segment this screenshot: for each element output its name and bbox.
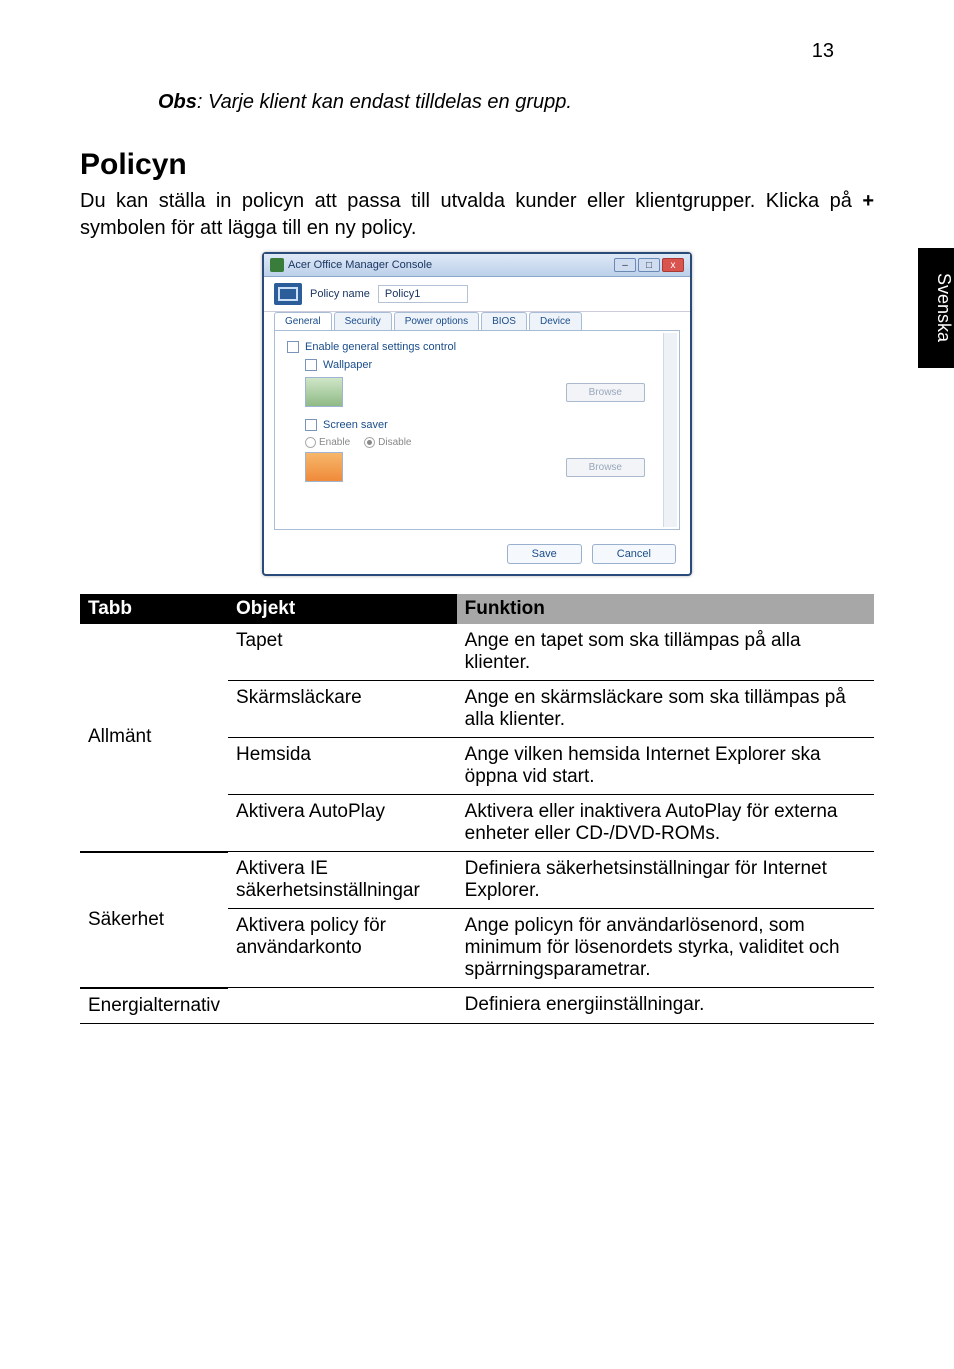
obj-hemsida: Hemsida: [228, 738, 457, 795]
obj-energi: [228, 988, 457, 1024]
section-body: Du kan ställa in policyn att passa till …: [80, 188, 874, 242]
policy-name-input[interactable]: Policy1: [378, 285, 468, 303]
obj-tapet: Tapet: [228, 624, 457, 681]
policy-name-label: Policy name: [310, 288, 370, 300]
enable-general-label: Enable general settings control: [305, 341, 456, 353]
screensaver-checkbox[interactable]: [305, 419, 317, 431]
minimize-icon[interactable]: –: [614, 258, 636, 272]
wallpaper-browse-button[interactable]: Browse: [566, 383, 645, 402]
fn-ie: Definiera säkerhetsinställningar för Int…: [457, 852, 874, 909]
window: Acer Office Manager Console – □ x Policy…: [262, 252, 692, 576]
fn-userpolicy: Ange policyn för användarlösenord, som m…: [457, 909, 874, 988]
fn-energi: Definiera energiinställningar.: [457, 988, 874, 1024]
maximize-icon[interactable]: □: [638, 258, 660, 272]
fn-hemsida: Ange vilken hemsida Internet Explorer sk…: [457, 738, 874, 795]
section-heading: Policyn: [80, 148, 874, 182]
tab-general[interactable]: General: [274, 312, 332, 330]
cat-sakerhet: Säkerhet: [80, 852, 228, 988]
obs-text: : Varje klient kan endast tilldelas en g…: [197, 91, 572, 113]
window-titlebar: Acer Office Manager Console – □ x: [264, 254, 690, 277]
screensaver-label: Screen saver: [323, 419, 388, 431]
wallpaper-checkbox[interactable]: [305, 359, 317, 371]
tab-security[interactable]: Security: [334, 312, 392, 330]
body-part2: symbolen för att lägga till en ny policy…: [80, 217, 416, 239]
th-object: Objekt: [228, 594, 457, 624]
wallpaper-thumb: [305, 377, 343, 407]
page-number: 13: [80, 40, 874, 63]
tab-power[interactable]: Power options: [394, 312, 479, 330]
embedded-screenshot: Acer Office Manager Console – □ x Policy…: [80, 252, 874, 576]
body-part1: Du kan ställa in policyn att passa till …: [80, 190, 862, 212]
obj-userpolicy: Aktivera policy för användarkonto: [228, 909, 457, 988]
enable-general-checkbox[interactable]: [287, 341, 299, 353]
language-tab: Svenska: [918, 248, 954, 368]
save-button[interactable]: Save: [507, 544, 582, 564]
app-icon: [270, 258, 284, 272]
enable-radio-label: Enable: [319, 437, 350, 448]
tab-bios[interactable]: BIOS: [481, 312, 527, 330]
fn-tapet: Ange en tapet som ska tillämpas på alla …: [457, 624, 874, 681]
wallpaper-label: Wallpaper: [323, 359, 372, 371]
close-icon[interactable]: x: [662, 258, 684, 272]
screensaver-thumb: [305, 452, 343, 482]
fn-autoplay: Aktivera eller inaktivera AutoPlay för e…: [457, 795, 874, 852]
policy-table: Tabb Objekt Funktion Allmänt Tapet Ange …: [80, 594, 874, 1024]
tab-strip: General Security Power options BIOS Devi…: [264, 312, 690, 330]
cat-energi: Energialternativ: [80, 988, 228, 1024]
obs-label: Obs: [158, 91, 197, 113]
obj-autoplay: Aktivera AutoPlay: [228, 795, 457, 852]
fn-skarm: Ange en skärmsläckare som ska tillämpas …: [457, 681, 874, 738]
cat-allmant: Allmänt: [80, 624, 228, 852]
policy-icon: [274, 283, 302, 305]
obs-note: Obs: Varje klient kan endast tilldelas e…: [158, 91, 874, 114]
screensaver-browse-button[interactable]: Browse: [566, 458, 645, 477]
disable-radio-label: Disable: [378, 437, 411, 448]
tab-device[interactable]: Device: [529, 312, 582, 330]
enable-radio[interactable]: [305, 437, 316, 448]
cancel-button[interactable]: Cancel: [592, 544, 676, 564]
plus-symbol: +: [862, 190, 874, 212]
th-tab: Tabb: [80, 594, 228, 624]
th-function: Funktion: [457, 594, 874, 624]
window-title: Acer Office Manager Console: [288, 259, 432, 271]
obj-ie: Aktivera IE säkerhetsinställningar: [228, 852, 457, 909]
settings-panel: Enable general settings control Wallpape…: [274, 330, 680, 530]
scrollbar[interactable]: [663, 333, 677, 527]
obj-skarm: Skärmsläckare: [228, 681, 457, 738]
disable-radio[interactable]: [364, 437, 375, 448]
policy-name-row: Policy name Policy1: [264, 277, 690, 312]
